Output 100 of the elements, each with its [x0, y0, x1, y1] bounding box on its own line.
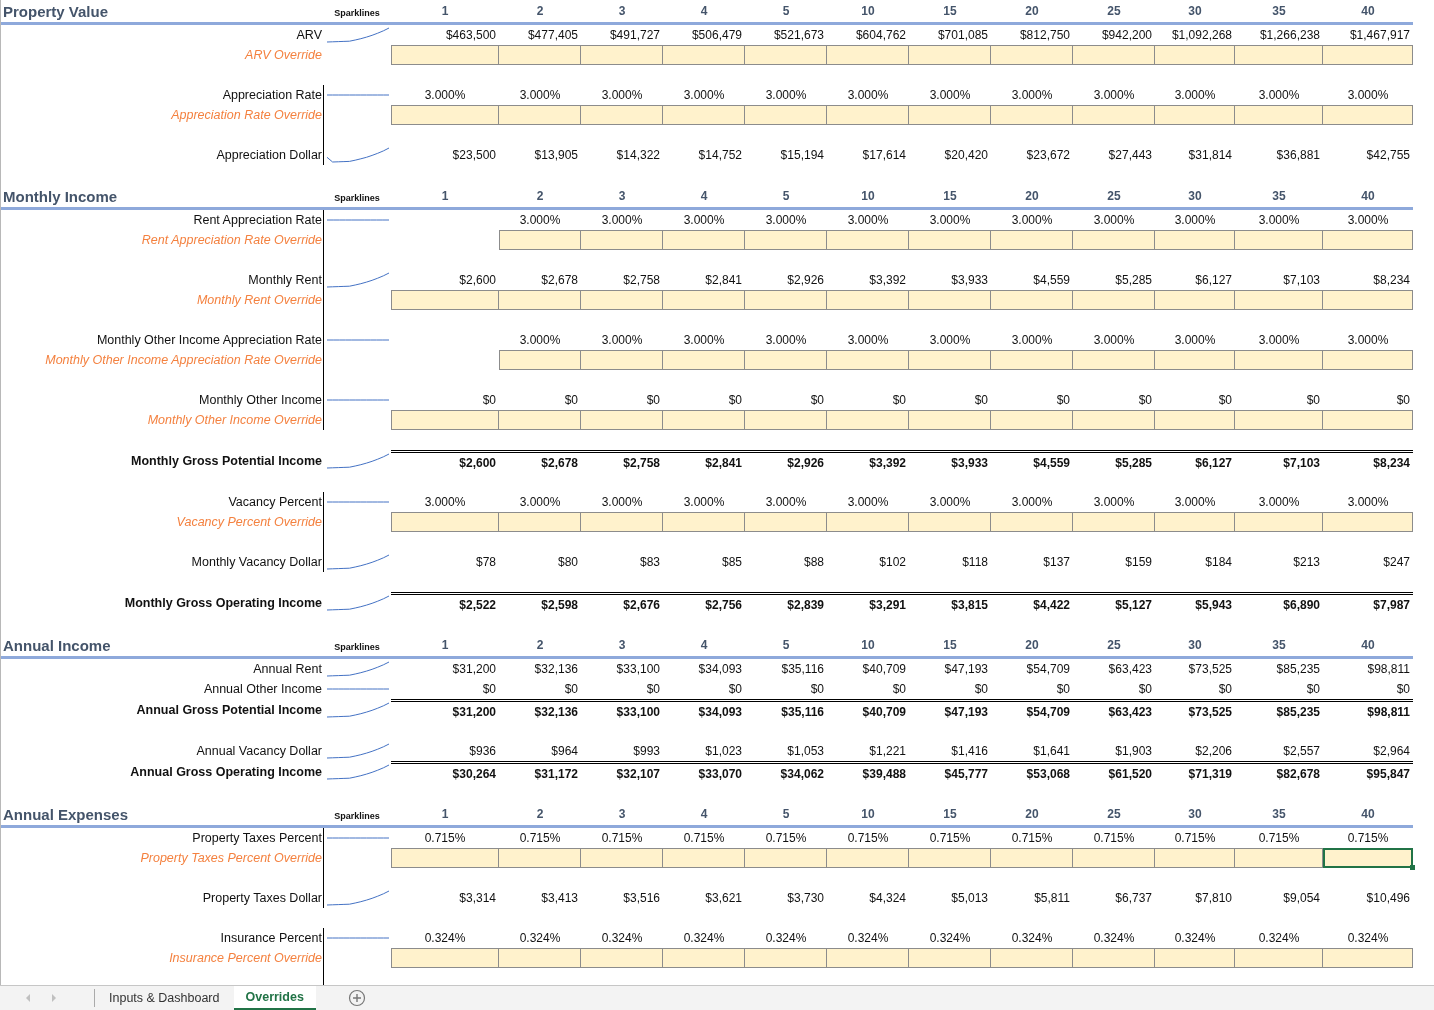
- input-cell[interactable]: [1073, 410, 1155, 430]
- input-cell[interactable]: [909, 512, 991, 532]
- input-cell[interactable]: [1235, 45, 1323, 65]
- input-cell[interactable]: [1323, 948, 1413, 968]
- add-sheet-icon[interactable]: [347, 989, 366, 1007]
- input-cell[interactable]: [827, 45, 909, 65]
- input-cell[interactable]: [499, 512, 581, 532]
- input-cell[interactable]: [663, 410, 745, 430]
- input-cell[interactable]: [1235, 848, 1323, 868]
- input-cell[interactable]: [1235, 512, 1323, 532]
- input-cell[interactable]: [391, 948, 499, 968]
- input-cell[interactable]: [745, 105, 827, 125]
- scroll-left-icon[interactable]: [24, 993, 32, 1003]
- input-cell[interactable]: [909, 290, 991, 310]
- input-cell[interactable]: [1073, 230, 1155, 250]
- input-cell[interactable]: [827, 290, 909, 310]
- input-cell[interactable]: [991, 230, 1073, 250]
- input-cell[interactable]: [581, 350, 663, 370]
- input-cell[interactable]: [1155, 512, 1235, 532]
- input-cell[interactable]: [1235, 230, 1323, 250]
- input-cell[interactable]: [991, 948, 1073, 968]
- input-cell[interactable]: [391, 290, 499, 310]
- input-cell[interactable]: [745, 45, 827, 65]
- input-cell[interactable]: [391, 45, 499, 65]
- input-cell[interactable]: [499, 45, 581, 65]
- input-cell[interactable]: [1155, 410, 1235, 430]
- input-cell[interactable]: [499, 105, 581, 125]
- input-cell[interactable]: [1323, 45, 1413, 65]
- input-cell[interactable]: [1073, 350, 1155, 370]
- input-cell[interactable]: [499, 848, 581, 868]
- input-cell[interactable]: [1073, 45, 1155, 65]
- input-cell[interactable]: [909, 848, 991, 868]
- input-cell[interactable]: [827, 410, 909, 430]
- scroll-right-icon[interactable]: [50, 993, 58, 1003]
- input-cell[interactable]: [1323, 410, 1413, 430]
- input-cell[interactable]: [1155, 105, 1235, 125]
- input-cell[interactable]: [1235, 350, 1323, 370]
- sheet-tab[interactable]: Inputs & Dashboard: [95, 986, 234, 1010]
- input-cell[interactable]: [1323, 512, 1413, 532]
- input-cell[interactable]: [909, 230, 991, 250]
- input-cell[interactable]: [1155, 290, 1235, 310]
- input-cell[interactable]: [581, 948, 663, 968]
- input-cell[interactable]: [663, 512, 745, 532]
- input-cell[interactable]: [581, 512, 663, 532]
- input-cell[interactable]: [1155, 350, 1235, 370]
- input-cell[interactable]: [581, 290, 663, 310]
- input-cell[interactable]: [663, 230, 745, 250]
- input-cell[interactable]: [909, 45, 991, 65]
- input-cell[interactable]: [663, 948, 745, 968]
- input-cell[interactable]: [827, 948, 909, 968]
- input-cell[interactable]: [745, 230, 827, 250]
- input-cell[interactable]: [391, 410, 499, 430]
- input-cell[interactable]: [1235, 948, 1323, 968]
- input-cell[interactable]: [1155, 45, 1235, 65]
- input-cell[interactable]: [581, 848, 663, 868]
- input-cell[interactable]: [827, 105, 909, 125]
- input-cell[interactable]: [745, 512, 827, 532]
- input-cell[interactable]: [663, 45, 745, 65]
- input-cell[interactable]: [909, 410, 991, 430]
- input-cell[interactable]: [991, 512, 1073, 532]
- input-cell[interactable]: [1323, 105, 1413, 125]
- input-cell[interactable]: [391, 512, 499, 532]
- input-cell[interactable]: [581, 230, 663, 250]
- input-cell[interactable]: [1073, 848, 1155, 868]
- input-cell[interactable]: [827, 350, 909, 370]
- input-cell[interactable]: [745, 290, 827, 310]
- input-cell[interactable]: [909, 350, 991, 370]
- input-cell[interactable]: [991, 290, 1073, 310]
- input-cell[interactable]: [1155, 948, 1235, 968]
- input-cell[interactable]: [991, 105, 1073, 125]
- input-cell[interactable]: [827, 848, 909, 868]
- input-cell[interactable]: [499, 290, 581, 310]
- input-cell[interactable]: [1073, 290, 1155, 310]
- input-cell[interactable]: [991, 45, 1073, 65]
- input-cell[interactable]: [1155, 848, 1235, 868]
- input-cell[interactable]: [581, 410, 663, 430]
- input-cell[interactable]: [745, 848, 827, 868]
- input-cell[interactable]: [391, 105, 499, 125]
- input-cell[interactable]: [499, 230, 581, 250]
- input-cell[interactable]: [827, 512, 909, 532]
- input-cell[interactable]: [499, 350, 581, 370]
- input-cell[interactable]: [581, 45, 663, 65]
- input-cell[interactable]: [1323, 290, 1413, 310]
- input-cell[interactable]: [1323, 350, 1413, 370]
- input-cell[interactable]: [499, 948, 581, 968]
- input-cell[interactable]: [1323, 848, 1413, 868]
- input-cell[interactable]: [991, 848, 1073, 868]
- input-cell[interactable]: [745, 948, 827, 968]
- input-cell[interactable]: [1323, 230, 1413, 250]
- input-cell[interactable]: [745, 410, 827, 430]
- input-cell[interactable]: [581, 105, 663, 125]
- input-cell[interactable]: [1235, 290, 1323, 310]
- input-cell[interactable]: [1073, 512, 1155, 532]
- input-cell[interactable]: [1073, 105, 1155, 125]
- input-cell[interactable]: [391, 848, 499, 868]
- input-cell[interactable]: [663, 290, 745, 310]
- input-cell[interactable]: [909, 948, 991, 968]
- input-cell[interactable]: [663, 350, 745, 370]
- input-cell[interactable]: [745, 350, 827, 370]
- input-cell[interactable]: [663, 848, 745, 868]
